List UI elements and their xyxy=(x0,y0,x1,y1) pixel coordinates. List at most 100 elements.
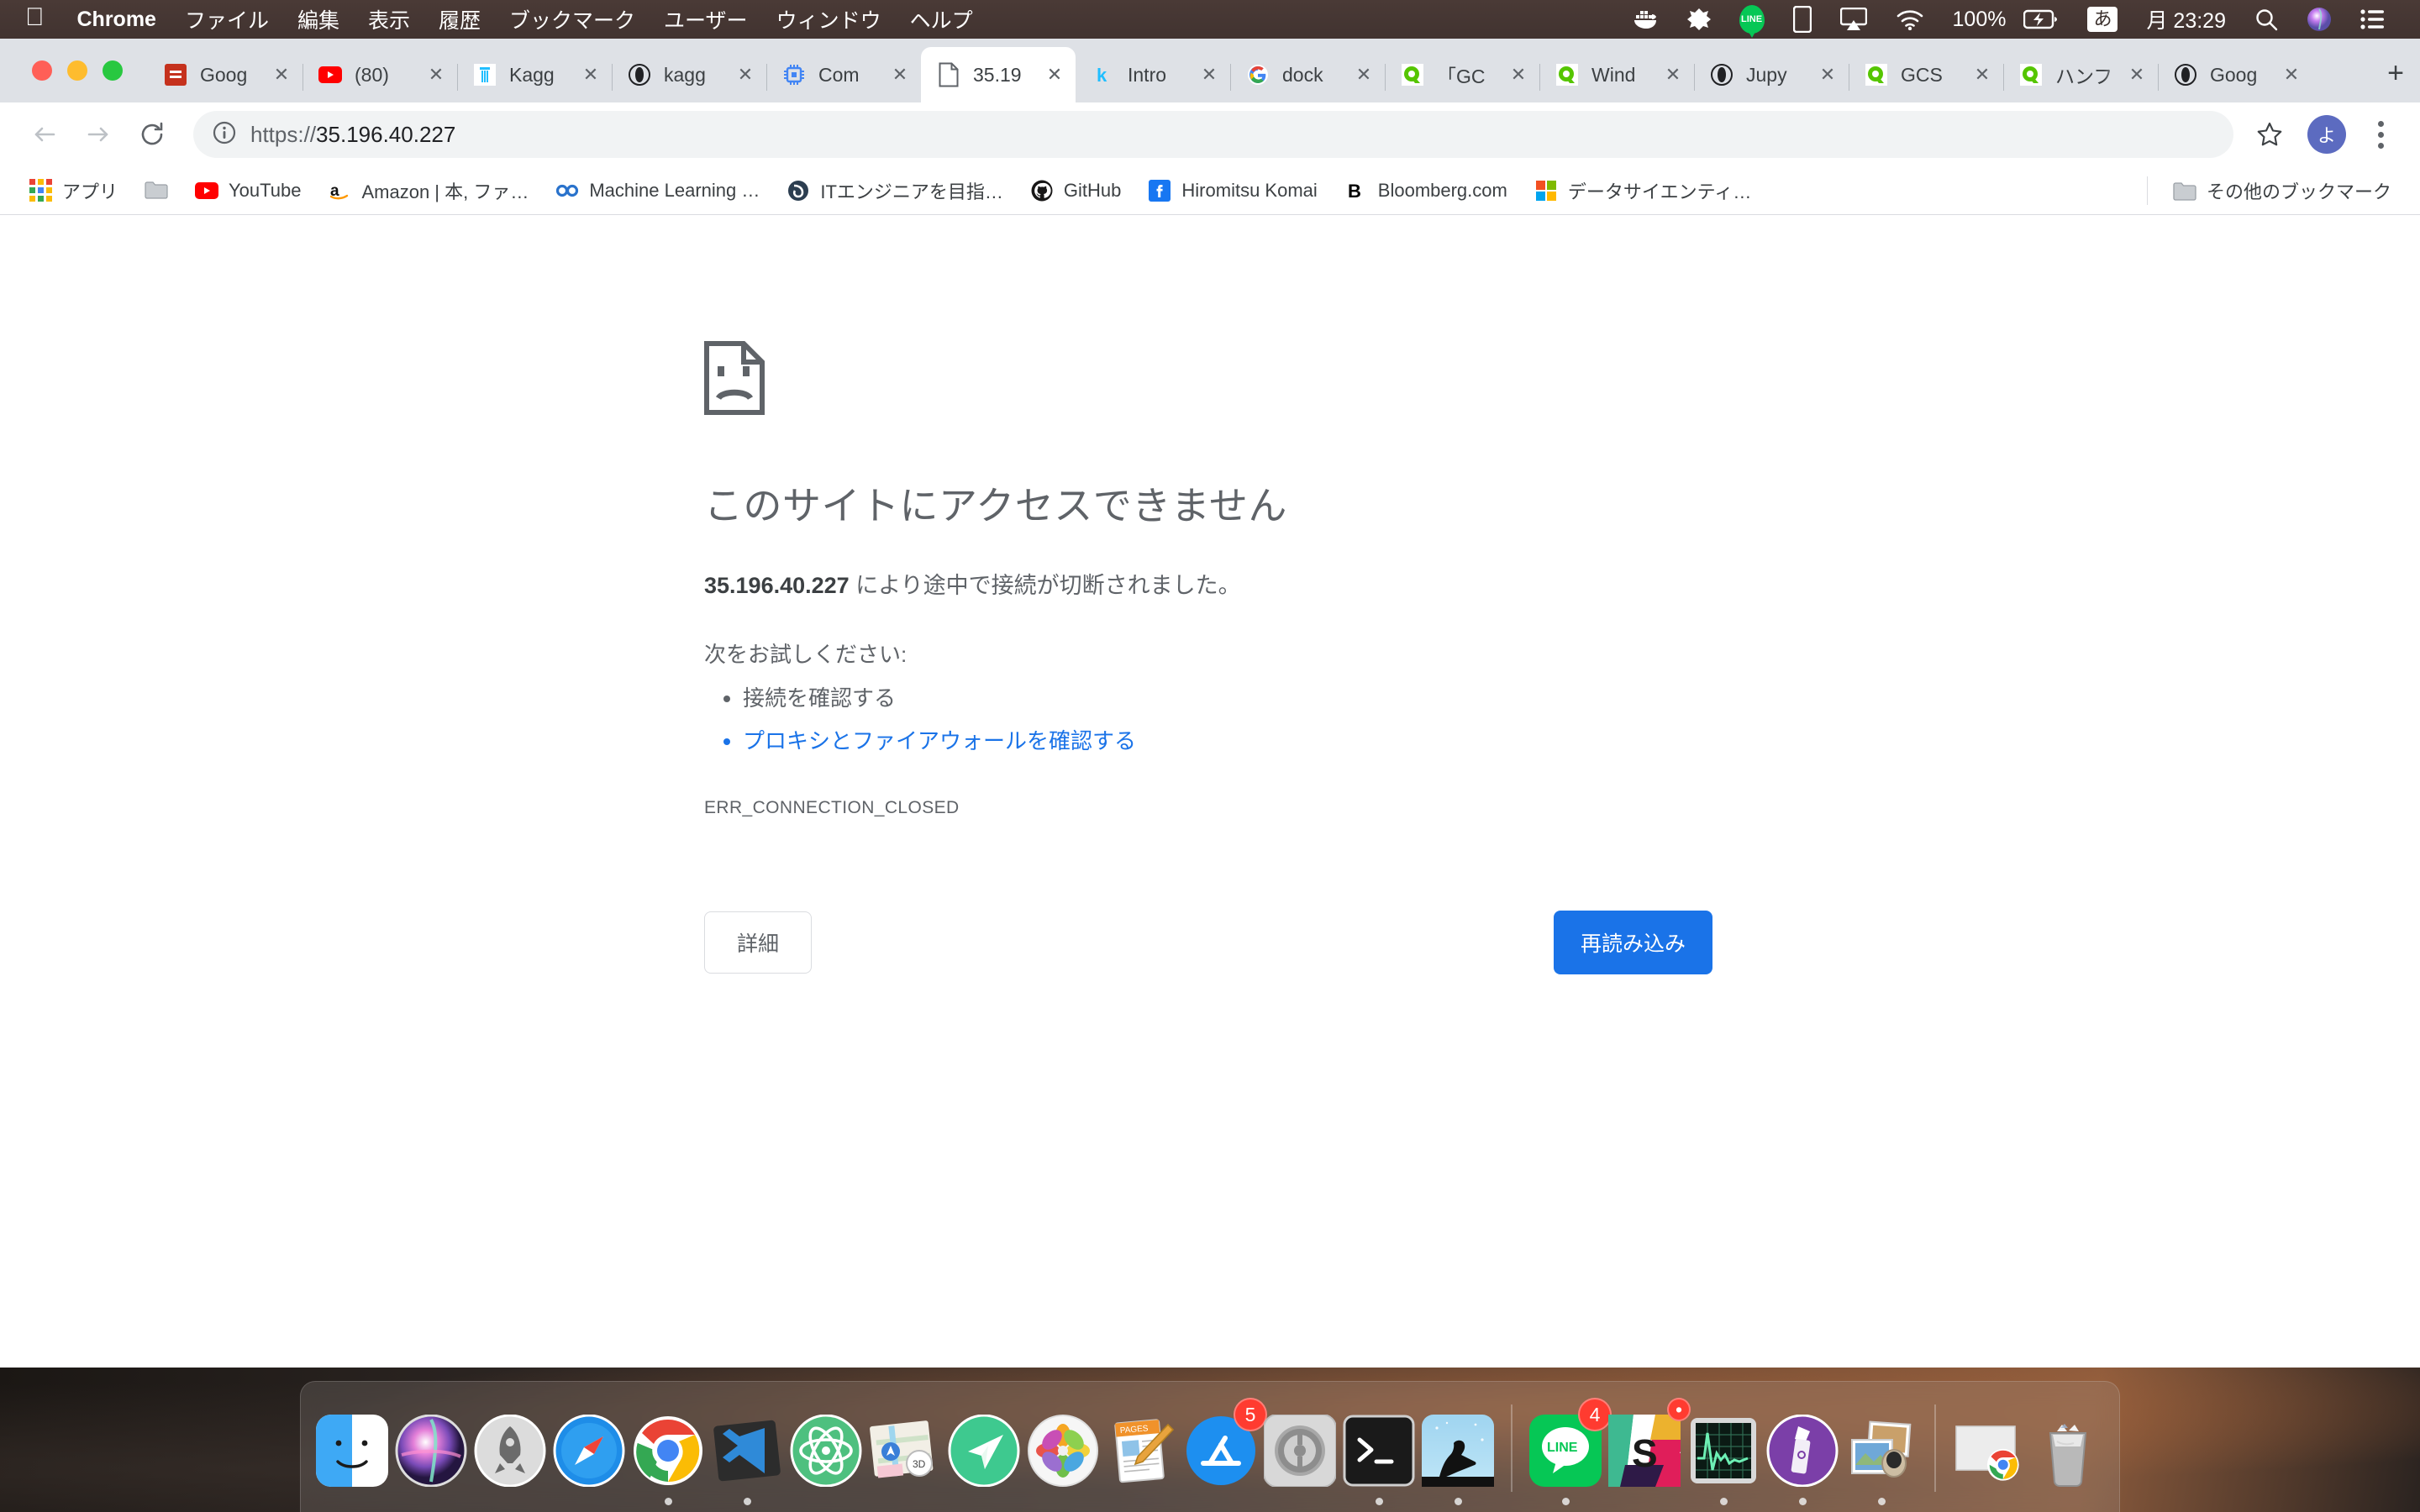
tab-close-icon[interactable]: ✕ xyxy=(578,62,603,87)
dock-item-activity-monitor[interactable] xyxy=(1684,1403,1763,1512)
menubar-item-help[interactable]: ヘルプ xyxy=(896,4,987,34)
three-dot-menu-icon[interactable] xyxy=(2361,112,2400,157)
menubar-item-edit[interactable]: 編集 xyxy=(283,4,354,34)
dock-item-atom[interactable] xyxy=(786,1403,865,1512)
display-icon[interactable] xyxy=(1779,6,1826,33)
bookmark-item[interactable]: GitHub xyxy=(1017,172,1134,209)
browser-tab[interactable]: 「GC ✕ xyxy=(1385,47,1539,102)
airplay-icon[interactable] xyxy=(1826,8,1881,31)
close-window-button[interactable] xyxy=(32,60,52,81)
browser-tab[interactable]: k Intro ✕ xyxy=(1076,47,1230,102)
new-tab-button[interactable]: + xyxy=(2371,49,2420,97)
bookmark-item[interactable]: Hiromitsu Komai xyxy=(1134,172,1330,209)
tab-close-icon[interactable]: ✕ xyxy=(733,62,758,87)
bookmark-star-icon[interactable] xyxy=(2247,112,2292,157)
input-method-indicator[interactable]: あ xyxy=(2073,7,2132,32)
search-icon[interactable] xyxy=(2240,8,2292,31)
forward-arrow-icon[interactable] xyxy=(74,110,123,159)
apple-logo-icon[interactable]:  xyxy=(20,5,63,34)
tab-close-icon[interactable]: ✕ xyxy=(1815,62,1840,87)
back-arrow-icon[interactable] xyxy=(20,110,69,159)
tab-separator xyxy=(1230,64,1231,91)
browser-tab[interactable]: Jupy ✕ xyxy=(1694,47,1849,102)
bookmark-item[interactable]: YouTube xyxy=(182,172,314,209)
profile-avatar[interactable]: よ xyxy=(2307,115,2346,154)
tab-close-icon[interactable]: ✕ xyxy=(269,62,294,87)
menubar-item-bookmarks[interactable]: ブックマーク xyxy=(495,4,650,34)
minimize-window-button[interactable] xyxy=(67,60,87,81)
info-circle-icon[interactable] xyxy=(212,120,237,150)
tab-close-icon[interactable]: ✕ xyxy=(1970,62,1995,87)
line-icon[interactable]: LINE xyxy=(1725,5,1779,38)
dock-item-line[interactable]: LINE 4 xyxy=(1526,1398,1612,1512)
browser-tab[interactable]: Goog ✕ xyxy=(2158,47,2312,102)
browser-tab[interactable]: Kagg ✕ xyxy=(457,47,612,102)
menubar-item-window[interactable]: ウィンドウ xyxy=(762,4,896,34)
dock-item-kindle[interactable] xyxy=(1418,1403,1497,1512)
tab-close-icon[interactable]: ✕ xyxy=(2279,62,2304,87)
menubar-item-profiles[interactable]: ユーザー xyxy=(650,4,762,34)
dock-item-system-preferences[interactable] xyxy=(1260,1403,1339,1512)
bookmark-item[interactable]: a Amazon | 本, ファ… xyxy=(314,172,542,209)
docker-icon[interactable] xyxy=(1619,8,1673,30)
dock-item-terminal[interactable] xyxy=(1339,1403,1418,1512)
reload-icon[interactable] xyxy=(128,110,176,159)
reload-button[interactable]: 再読み込み xyxy=(1553,910,1712,974)
dock-item-chrome[interactable] xyxy=(629,1403,708,1512)
dock-item-minimized-chrome-window[interactable] xyxy=(1949,1403,2028,1512)
zoom-window-button[interactable] xyxy=(103,60,123,81)
menubar-item-view[interactable]: 表示 xyxy=(354,4,424,34)
tab-close-icon[interactable]: ✕ xyxy=(2124,62,2149,87)
bookmark-item[interactable]: ITエンジニアを目指… xyxy=(773,172,1017,209)
dock-item-finder[interactable] xyxy=(313,1403,392,1512)
dock-item-trash[interactable] xyxy=(2028,1403,2107,1512)
dock-item-siri[interactable] xyxy=(392,1403,471,1512)
dock-item-maps[interactable]: 3D xyxy=(865,1403,944,1512)
tab-close-icon[interactable]: ✕ xyxy=(1351,62,1376,87)
browser-tab[interactable]: GCS ✕ xyxy=(1849,47,2003,102)
address-bar[interactable]: https://35.196.40.227 xyxy=(193,111,2233,158)
bookmark-item[interactable]: アプリ xyxy=(15,172,131,209)
tab-close-icon[interactable]: ✕ xyxy=(887,62,913,87)
bookmark-item[interactable]: データサイエンティ… xyxy=(1521,172,1765,209)
browser-tab[interactable]: (80) ✕ xyxy=(302,47,457,102)
other-bookmarks-folder[interactable]: その他のブックマーク xyxy=(2160,172,2405,209)
dock-item-launchpad[interactable] xyxy=(471,1403,550,1512)
dock-item-preview[interactable] xyxy=(1842,1403,1921,1512)
menubar-clock[interactable]: 月 23:29 xyxy=(2132,4,2240,34)
browser-tab[interactable]: Goog ✕ xyxy=(148,47,302,102)
dock-item-app-store[interactable]: 5 xyxy=(1181,1398,1267,1512)
url-text[interactable]: https://35.196.40.227 xyxy=(250,122,455,148)
browser-tab[interactable]: Com ✕ xyxy=(766,47,921,102)
bookmark-item[interactable]: B Bloomberg.com xyxy=(1331,172,1521,209)
dock-item-slack[interactable]: S • xyxy=(1605,1398,1691,1512)
browser-tab[interactable]: kagg ✕ xyxy=(612,47,766,102)
menubar-item-file[interactable]: ファイル xyxy=(171,4,283,34)
tab-close-icon[interactable]: ✕ xyxy=(1506,62,1531,87)
tab-close-icon[interactable]: ✕ xyxy=(1660,62,1686,87)
siri-icon[interactable] xyxy=(2292,7,2346,32)
browser-tab[interactable]: ハンフ ✕ xyxy=(2003,47,2158,102)
battery-charging-icon[interactable] xyxy=(2020,9,2073,29)
browser-tab[interactable]: dock ✕ xyxy=(1230,47,1385,102)
tab-close-icon[interactable]: ✕ xyxy=(1197,62,1222,87)
alfred-icon[interactable] xyxy=(1673,8,1725,31)
tab-close-icon[interactable]: ✕ xyxy=(424,62,449,87)
dock-item-spark[interactable] xyxy=(944,1403,1023,1512)
browser-tab[interactable]: 35.19 ✕ xyxy=(921,47,1076,102)
dock-item-photos[interactable] xyxy=(1023,1403,1102,1512)
suggestion-check-proxy-firewall[interactable]: プロキシとファイアウォールを確認する xyxy=(743,720,2420,763)
bookmark-item[interactable] xyxy=(131,172,182,209)
menubar-app-name[interactable]: Chrome xyxy=(63,8,171,32)
dock-item-vscode[interactable] xyxy=(708,1403,786,1512)
details-button[interactable]: 詳細 xyxy=(704,911,813,974)
dock-item-keynote-purple[interactable] xyxy=(1763,1403,1842,1512)
tab-close-icon[interactable]: ✕ xyxy=(1042,62,1067,87)
bookmark-item[interactable]: Machine Learning … xyxy=(542,172,773,209)
control-center-icon[interactable] xyxy=(2346,9,2398,29)
wifi-icon[interactable] xyxy=(1881,8,1939,30)
browser-tab[interactable]: Wind ✕ xyxy=(1539,47,1694,102)
menubar-item-history[interactable]: 履歴 xyxy=(424,4,495,34)
dock-item-safari[interactable] xyxy=(550,1403,629,1512)
dock-item-pages[interactable]: PAGES xyxy=(1102,1403,1181,1512)
